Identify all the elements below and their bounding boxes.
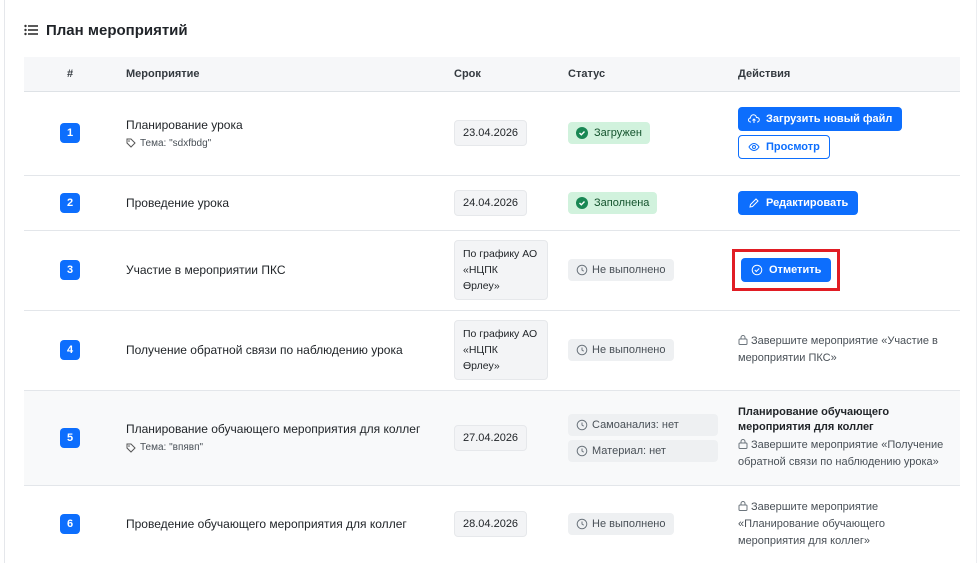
- status-self-analysis: Самоанализ: нет: [568, 413, 718, 436]
- locked-line: Завершите мероприятие: [751, 500, 879, 513]
- deadline-chip: По графику АО «НЦПК Өрлеу»: [454, 240, 548, 300]
- note-line: мероприятия для коллег: [738, 420, 874, 433]
- event-topic: Тема: "впявп": [126, 442, 434, 453]
- locked-line: обратной связи по наблюдению урока»: [738, 455, 939, 468]
- status-text: Загружен: [594, 127, 642, 139]
- upload-new-file-button[interactable]: Загрузить новый файл: [738, 107, 903, 131]
- table-row: 1 Планирование урока Тема: "sdxfbdg" 23.…: [24, 91, 960, 176]
- table-row: 4 Получение обратной связи по наблюдению…: [24, 310, 960, 391]
- edit-button-label: Редактировать: [766, 196, 849, 209]
- event-title: Проведение обучающего мероприятия для ко…: [126, 517, 407, 531]
- view-button-label: Просмотр: [766, 141, 820, 153]
- event-title: Проведение урока: [126, 195, 230, 210]
- check-circle-icon: [751, 264, 763, 276]
- table-row: 6 Проведение обучающего мероприятия для …: [24, 485, 960, 563]
- table-row: 2 Проведение урока 24.04.2026 Заполнена …: [24, 175, 960, 231]
- lock-icon: [738, 500, 748, 511]
- page-title: План мероприятий: [46, 21, 188, 39]
- col-header-deadline: Срок: [444, 57, 558, 92]
- view-button[interactable]: Просмотр: [738, 135, 830, 159]
- event-note: Планирование обучающего мероприятия для …: [738, 405, 950, 435]
- note-line: Планирование обучающего: [738, 405, 890, 418]
- table-row: 3 Участие в мероприятии ПКС По графику А…: [24, 230, 960, 311]
- deadline-chip: 23.04.2026: [454, 120, 528, 146]
- deadline-chip: 27.04.2026: [454, 424, 528, 451]
- status-text: Не выполнено: [592, 264, 666, 276]
- deadline-line: По графику АО: [463, 328, 538, 340]
- clock-icon: [576, 264, 588, 276]
- event-title: Планирование урока: [126, 117, 243, 132]
- locked-line: мероприятии ПКС»: [738, 352, 837, 364]
- locked-line: Завершите мероприятие «Получение: [751, 438, 944, 451]
- status-badge: Загружен: [568, 122, 650, 144]
- clock-icon: [576, 419, 588, 430]
- right-border: [976, 0, 977, 563]
- page-header: План мероприятий: [24, 20, 188, 40]
- deadline-line: По графику АО: [463, 248, 538, 260]
- status-badge: Заполнена: [568, 191, 658, 214]
- list-icon: [24, 24, 38, 36]
- deadline-line: «НЦПК: [463, 344, 498, 356]
- mark-button[interactable]: Отметить: [741, 258, 832, 282]
- row-number-badge: 3: [60, 260, 80, 280]
- locked-line: «Планирование обучающего: [738, 517, 885, 530]
- clock-icon: [576, 344, 588, 356]
- status-badge: Не выполнено: [568, 339, 674, 361]
- event-title: Планирование обучающего мероприятия для …: [126, 422, 421, 436]
- deadline-line: «НЦПК: [463, 264, 498, 276]
- locked-message: Завершите мероприятие «Планирование обуч…: [738, 499, 950, 550]
- status-text: Не выполнено: [592, 518, 666, 530]
- status-badge: Не выполнено: [568, 513, 674, 535]
- row-number-badge: 1: [60, 123, 80, 143]
- row-number-badge: 2: [60, 192, 80, 213]
- eye-icon: [748, 142, 760, 152]
- event-title: Получение обратной связи по наблюдению у…: [126, 343, 403, 357]
- status-material: Материал: нет: [568, 439, 718, 462]
- deadline-chip: 24.04.2026: [454, 189, 528, 216]
- locked-message: Завершите мероприятие «Получение обратно…: [738, 437, 950, 471]
- locked-message: Завершите мероприятие «Участие в меропри…: [738, 333, 950, 367]
- deadline-chip: По графику АО «НЦПК Өрлеу»: [454, 320, 548, 380]
- event-topic-text: Тема: "впявп": [140, 442, 204, 453]
- locked-line: мероприятия для коллег»: [738, 534, 871, 547]
- deadline-line: Өрлеу»: [463, 360, 500, 372]
- lock-icon: [738, 335, 748, 345]
- col-header-actions: Действия: [728, 57, 960, 92]
- lock-icon: [738, 438, 748, 449]
- status-text: Не выполнено: [592, 344, 666, 356]
- event-topic: Тема: "sdxfbdg": [126, 138, 434, 149]
- event-topic-text: Тема: "sdxfbdg": [140, 137, 212, 149]
- locked-line: Завершите мероприятие «Участие в: [751, 335, 938, 347]
- status-text: Материал: нет: [592, 444, 666, 457]
- highlight-annotation: Отметить: [732, 249, 841, 291]
- clock-icon: [576, 445, 588, 456]
- table-row: 5 Планирование обучающего мероприятия дл…: [24, 390, 960, 486]
- deadline-chip: 28.04.2026: [454, 511, 528, 537]
- tag-icon: [126, 138, 136, 148]
- upload-button-label: Загрузить новый файл: [766, 113, 893, 125]
- edit-button[interactable]: Редактировать: [738, 190, 859, 215]
- events-table: # Мероприятие Срок Статус Действия 1 Пла…: [24, 57, 960, 563]
- col-header-num: #: [24, 57, 116, 92]
- cloud-upload-icon: [748, 114, 760, 123]
- row-number-badge: 5: [60, 427, 80, 448]
- pencil-icon: [749, 197, 759, 208]
- col-header-status: Статус: [558, 57, 728, 92]
- tag-icon: [126, 443, 136, 453]
- row-number-badge: 6: [60, 514, 80, 534]
- status-badge: Не выполнено: [568, 259, 674, 281]
- check-circle-icon: [576, 127, 588, 139]
- col-header-event: Мероприятие: [116, 57, 444, 92]
- table-header-row: # Мероприятие Срок Статус Действия: [24, 57, 960, 92]
- row-number-badge: 4: [60, 340, 80, 360]
- deadline-line: Өрлеу»: [463, 280, 500, 292]
- mark-button-label: Отметить: [769, 264, 822, 276]
- left-border: [4, 0, 5, 563]
- status-text: Самоанализ: нет: [592, 418, 679, 431]
- status-text: Заполнена: [594, 196, 650, 209]
- check-circle-icon: [576, 196, 588, 209]
- event-title: Участие в мероприятии ПКС: [126, 263, 286, 277]
- clock-icon: [576, 518, 588, 530]
